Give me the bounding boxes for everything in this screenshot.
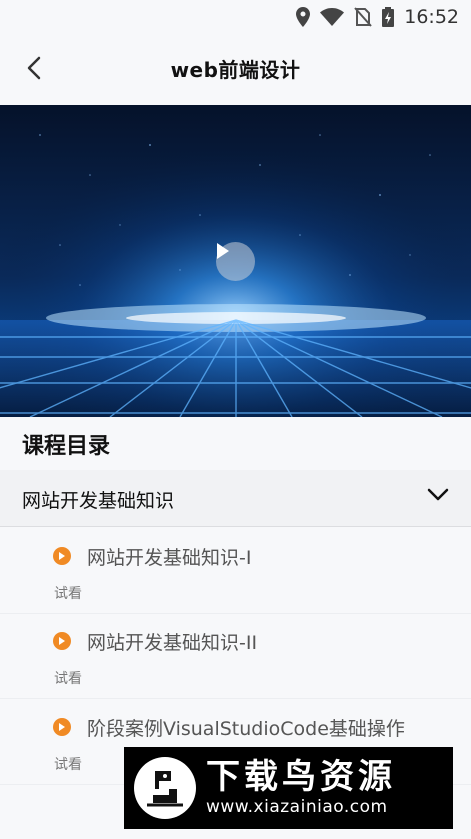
page-title: web前端设计	[170, 58, 301, 82]
watermark-name: 下载鸟资源	[206, 757, 396, 797]
battery-charging-icon	[382, 7, 395, 27]
lesson-item[interactable]: 网站开发基础知识-I 试看	[0, 529, 471, 614]
trial-tag: 试看	[54, 586, 82, 602]
play-circle-icon	[53, 547, 71, 565]
watermark-banner: 下载鸟资源 www.xiazainiao.com	[124, 747, 453, 829]
nav-bar: web前端设计	[0, 34, 471, 104]
lesson-item[interactable]: 网站开发基础知识-II 试看	[0, 614, 471, 699]
chapter-header[interactable]: 网站开发基础知识	[0, 470, 471, 527]
play-icon	[217, 243, 229, 259]
chapter-label: 网站开发基础知识	[22, 490, 175, 512]
location-icon	[296, 7, 311, 27]
play-button[interactable]	[216, 242, 255, 281]
play-circle-icon	[53, 632, 71, 650]
trial-tag: 试看	[54, 757, 82, 773]
video-player[interactable]	[0, 105, 471, 417]
lesson-title: 网站开发基础知识-I	[87, 547, 252, 569]
bird-logo-icon	[134, 757, 196, 819]
chevron-down-icon	[427, 488, 449, 501]
wifi-icon	[320, 8, 345, 26]
no-sim-icon	[354, 7, 372, 27]
trial-tag: 试看	[54, 671, 82, 687]
status-bar: 16:52	[0, 0, 471, 34]
play-circle-icon	[53, 718, 71, 736]
lesson-title: 网站开发基础知识-II	[87, 632, 258, 654]
watermark-url: www.xiazainiao.com	[206, 797, 388, 817]
catalog-title: 课程目录	[22, 434, 111, 459]
lesson-title: 阶段案例VisualStudioCode基础操作	[87, 718, 405, 740]
status-time: 16:52	[404, 6, 459, 28]
